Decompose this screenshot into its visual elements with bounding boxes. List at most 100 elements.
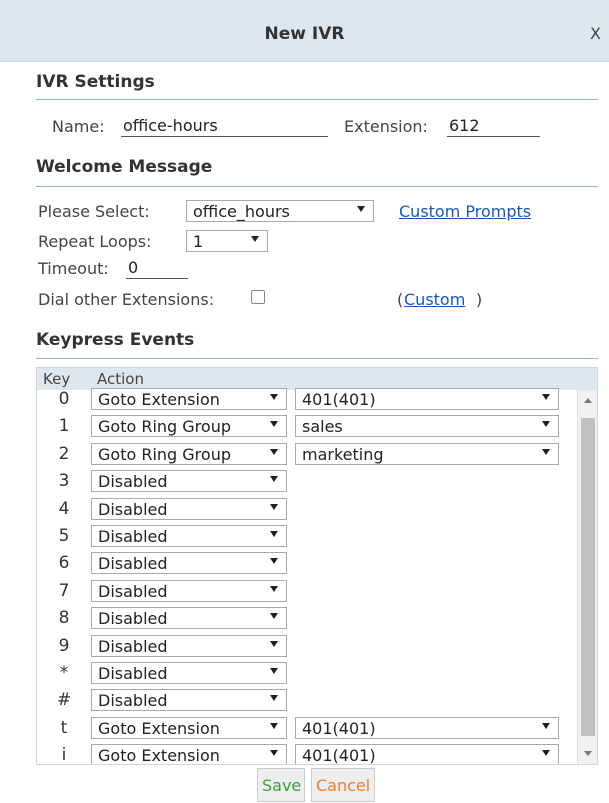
chevron-down-icon	[270, 668, 278, 674]
chevron-down-icon	[270, 640, 278, 647]
action-select[interactable]: Goto Extension	[91, 388, 287, 410]
action-select-value: Goto Extension	[98, 746, 220, 765]
target-select-value: 401(401)	[302, 718, 376, 738]
action-select-value: Goto Ring Group	[98, 444, 231, 464]
custom-link[interactable]: Custom	[404, 290, 465, 309]
key-cell: 8	[58, 608, 70, 629]
action-select-value: Goto Extension	[98, 718, 220, 738]
key-cell: 2	[58, 443, 70, 464]
table-row: * Disabled	[37, 660, 577, 687]
key-cell: 6	[58, 553, 70, 574]
action-select-value: Goto Extension	[98, 390, 220, 409]
action-select-value: Disabled	[98, 581, 168, 601]
target-select[interactable]: 401(401)	[295, 388, 559, 410]
save-button[interactable]: Save	[257, 768, 305, 802]
action-select-value: Goto Ring Group	[98, 417, 231, 437]
action-select-value: Disabled	[98, 499, 168, 519]
chevron-down-icon	[357, 206, 365, 212]
chevron-down-icon	[270, 558, 278, 565]
key-cell: 4	[58, 498, 70, 519]
timeout-input[interactable]	[126, 257, 188, 279]
action-select[interactable]: Disabled	[91, 689, 287, 712]
target-select-value: 401(401)	[302, 390, 376, 409]
table-row: 8 Disabled	[37, 605, 577, 632]
table-row: 3 Disabled	[37, 468, 577, 495]
table-row: 2 Goto Ring Group marketing	[37, 441, 577, 468]
dial-other-extensions-label: Dial other Extensions:	[38, 290, 215, 309]
table-scrollbar[interactable]	[577, 390, 597, 764]
action-select-value: Disabled	[98, 691, 168, 711]
action-select-value: Disabled	[98, 527, 168, 546]
scrollbar-thumb[interactable]	[581, 418, 595, 736]
prompt-select[interactable]: office_hours	[186, 200, 374, 222]
extension-input[interactable]	[447, 115, 540, 137]
action-select[interactable]: Disabled	[91, 579, 287, 602]
key-cell: 3	[58, 471, 70, 492]
target-select-value: sales	[302, 417, 343, 437]
chevron-down-icon	[542, 394, 550, 400]
welcome-message-divider	[36, 186, 598, 187]
action-select[interactable]: Disabled	[91, 662, 287, 684]
chevron-down-icon	[270, 421, 278, 428]
action-select-value: Disabled	[98, 554, 168, 574]
cancel-button[interactable]: Cancel	[311, 768, 375, 802]
table-row: 5 Disabled	[37, 523, 577, 550]
action-select-value: Disabled	[98, 609, 168, 629]
action-select[interactable]: Disabled	[91, 497, 287, 520]
action-select[interactable]: Disabled	[91, 525, 287, 547]
target-select-value: 401(401)	[302, 746, 376, 765]
target-select[interactable]: marketing	[295, 442, 559, 465]
welcome-message-heading: Welcome Message	[36, 157, 213, 177]
dialog-title: New IVR	[264, 24, 345, 44]
action-select[interactable]: Goto Extension	[91, 716, 287, 739]
key-cell: *	[59, 663, 69, 683]
ivr-settings-heading: IVR Settings	[36, 72, 155, 92]
target-select[interactable]: sales	[295, 415, 559, 438]
table-row: t Goto Extension 401(401)	[37, 715, 577, 742]
action-select[interactable]: Goto Ring Group	[91, 415, 287, 438]
action-select[interactable]: Goto Ring Group	[91, 442, 287, 465]
action-select[interactable]: Disabled	[91, 607, 287, 630]
key-cell: t	[60, 717, 68, 738]
extension-label: Extension:	[344, 117, 428, 136]
repeat-loops-value: 1	[193, 232, 204, 251]
name-input[interactable]	[121, 115, 328, 137]
table-row: i Goto Extension 401(401)	[37, 742, 577, 765]
action-select[interactable]: Disabled	[91, 634, 287, 657]
chevron-down-icon	[270, 722, 278, 729]
timeout-label: Timeout:	[38, 259, 109, 278]
key-cell: i	[61, 745, 67, 765]
repeat-loops-label: Repeat Loops:	[38, 232, 152, 251]
key-cell: 5	[58, 526, 70, 546]
scroll-down-icon[interactable]	[584, 751, 592, 756]
ivr-settings-divider	[36, 99, 598, 100]
chevron-down-icon	[542, 448, 550, 455]
chevron-down-icon	[270, 394, 278, 400]
dial-other-extensions-checkbox[interactable]	[251, 290, 265, 304]
scroll-up-icon[interactable]	[584, 398, 592, 403]
chevron-down-icon	[270, 695, 278, 702]
chevron-down-icon	[270, 503, 278, 510]
target-select-value: marketing	[302, 444, 384, 464]
chevron-down-icon	[270, 750, 278, 757]
dialog-titlebar: New IVR X	[0, 0, 609, 62]
action-select[interactable]: Goto Extension	[91, 744, 287, 765]
action-select[interactable]: Disabled	[91, 552, 287, 575]
table-row: 1 Goto Ring Group sales	[37, 413, 577, 440]
close-icon[interactable]: X	[590, 24, 601, 43]
key-cell: #	[57, 690, 72, 711]
chevron-down-icon	[251, 236, 259, 242]
keypress-events-heading: Keypress Events	[36, 330, 195, 350]
chevron-down-icon	[270, 531, 278, 537]
target-select[interactable]: 401(401)	[295, 716, 559, 739]
target-select[interactable]: 401(401)	[295, 744, 559, 765]
action-select-value: Disabled	[98, 636, 168, 656]
action-select[interactable]: Disabled	[91, 470, 287, 493]
table-row: 0 Goto Extension 401(401)	[37, 386, 577, 413]
custom-prompts-link[interactable]: Custom Prompts	[399, 202, 531, 221]
custom-close-paren: )	[476, 290, 483, 309]
keypress-table: Key Action 0 Goto Extension 401(401) 1 Goto …	[36, 367, 598, 765]
table-row: 4 Disabled	[37, 496, 577, 523]
repeat-loops-select[interactable]: 1	[186, 230, 268, 252]
key-cell: 7	[58, 580, 70, 601]
